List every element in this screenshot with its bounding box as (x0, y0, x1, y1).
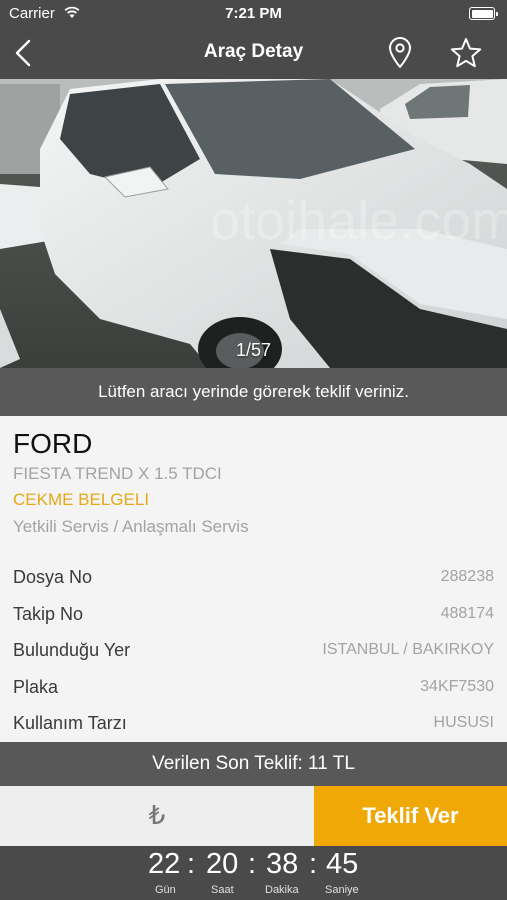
detail-label: Plaka (13, 677, 59, 697)
photo-watermark: otoihale.com (210, 191, 507, 251)
vehicle-photo[interactable]: otoihale.com (0, 79, 507, 368)
location-pin-icon[interactable] (386, 36, 414, 70)
countdown-days-label: Gün (155, 884, 176, 896)
vehicle-make: FORD (13, 428, 93, 459)
detail-row-usage: Kullanım Tarzı HUSUSI (0, 709, 507, 739)
detail-value: ISTANBUL / BAKIRKOY (322, 641, 494, 658)
countdown-separator: : (248, 848, 257, 880)
countdown-seconds: 45 (326, 848, 359, 880)
vehicle-model: FIESTA TREND X 1.5 TDCI (13, 464, 222, 483)
last-bid-banner: Verilen Son Teklif: 11 TL (0, 742, 507, 786)
bid-amount-input[interactable] (0, 786, 314, 846)
countdown-hours: 20 (206, 848, 239, 880)
countdown-days: 22 (148, 848, 181, 880)
detail-label: Kullanım Tarzı (13, 713, 127, 733)
detail-label: Takip No (13, 604, 84, 624)
page-title: Araç Detay (203, 41, 304, 62)
detail-value: 288238 (440, 568, 494, 585)
countdown-minutes-label: Dakika (265, 884, 299, 896)
inspection-notice: Lütfen aracı yerinde görerek teklif veri… (0, 368, 507, 416)
countdown-separator: : (309, 848, 318, 880)
star-icon[interactable] (449, 36, 483, 70)
clock: 7:21 PM (225, 5, 282, 22)
detail-row-tracking-no: Takip No 488174 (0, 600, 507, 630)
countdown-timer: 22 : 20 : 38 : 45 Gün Saat Dakika Saniye (0, 846, 507, 900)
battery-icon (469, 7, 498, 20)
photo-counter: 1/57 (235, 340, 272, 360)
detail-value: 34KF7530 (420, 678, 494, 695)
car-image: otoihale.com (0, 79, 507, 368)
countdown-hours-label: Saat (211, 884, 234, 896)
status-bar: Carrier 7:21 PM (0, 0, 507, 28)
nav-bar: Araç Detay (0, 28, 507, 79)
detail-label: Bulunduğu Yer (13, 640, 131, 660)
countdown-seconds-label: Saniye (325, 884, 359, 896)
detail-value: 488174 (440, 605, 494, 622)
submit-bid-button[interactable]: Teklif Ver (314, 786, 507, 846)
detail-row-location: Bulunduğu Yer ISTANBUL / BAKIRKOY (0, 636, 507, 666)
detail-label: Dosya No (13, 567, 93, 587)
vehicle-status: CEKME BELGELI (13, 490, 150, 509)
detail-row-plate: Plaka 34KF7530 (0, 673, 507, 703)
service-type: Yetkili Servis / Anlaşmalı Servis (13, 517, 249, 536)
countdown-minutes: 38 (266, 848, 299, 880)
detail-row-file-no: Dosya No 288238 (0, 563, 507, 593)
countdown-separator: : (187, 848, 196, 880)
detail-value: HUSUSI (433, 714, 494, 731)
